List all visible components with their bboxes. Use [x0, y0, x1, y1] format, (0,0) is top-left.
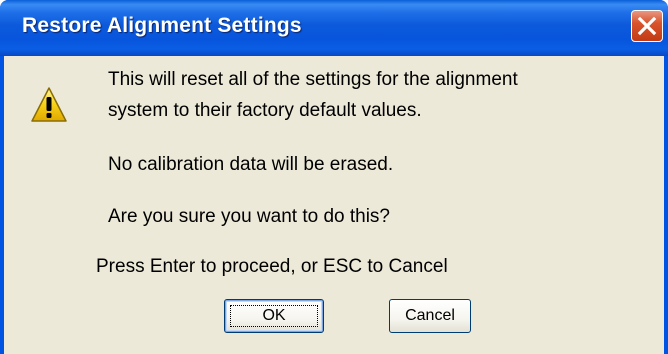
ok-button[interactable]: OK	[224, 299, 324, 333]
cancel-button[interactable]: Cancel	[389, 299, 471, 333]
dialog-body: This will reset all of the settings for …	[4, 56, 664, 354]
ok-button-label: OK	[262, 307, 286, 324]
dialog-title: Restore Alignment Settings	[22, 14, 302, 37]
message-line-1: This will reset all of the settings for …	[108, 69, 518, 90]
message-line-4: Are you sure you want to do this?	[108, 206, 390, 227]
close-button[interactable]	[631, 10, 663, 42]
message-line-5: Press Enter to proceed, or ESC to Cancel	[96, 256, 448, 277]
message-line-3: No calibration data will be erased.	[108, 154, 394, 175]
warning-icon	[31, 87, 67, 122]
message-line-2: system to their factory default values.	[108, 100, 422, 121]
title-bar[interactable]: Restore Alignment Settings	[0, 0, 668, 56]
dialog-window: Restore Alignment Settings This will res…	[0, 0, 668, 354]
close-icon	[637, 16, 657, 36]
